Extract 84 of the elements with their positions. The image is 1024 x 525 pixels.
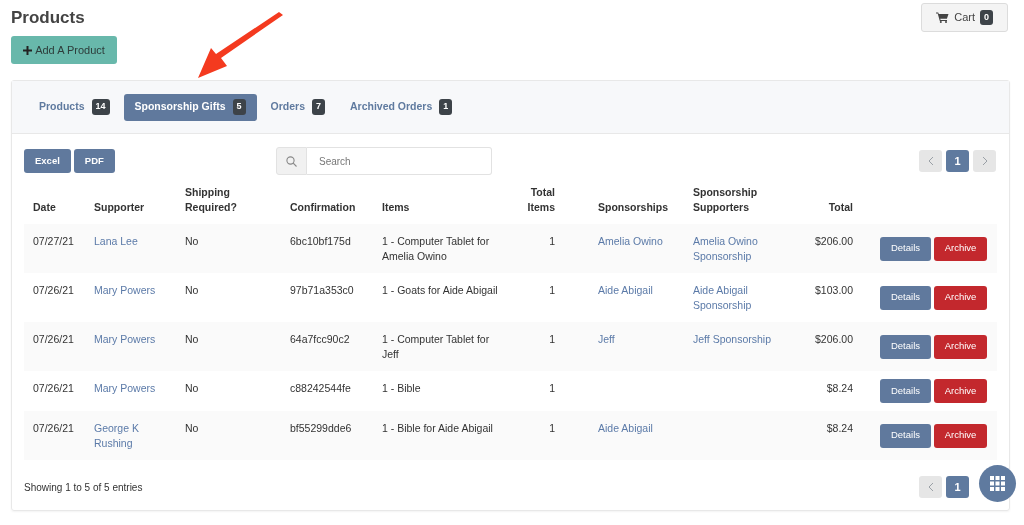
export-button[interactable]: PDF: [73, 149, 115, 173]
date-cell: 07/26/21: [33, 332, 74, 347]
column-header: Items: [382, 201, 410, 213]
chevron-left-icon: [927, 482, 934, 492]
column-header: Sponsorship Supporters: [693, 186, 758, 213]
archive-button[interactable]: Archive: [934, 236, 987, 261]
date-cell: 07/26/21: [33, 283, 74, 298]
total-items-cell: 1: [549, 332, 555, 347]
confirmation-cell: bf55299dde6: [290, 421, 352, 436]
date-cell: 07/27/21: [33, 234, 74, 249]
date-cell: 07/26/21: [33, 421, 74, 436]
items-cell-text: 1 - Computer Tablet for Amelia Owino: [382, 234, 491, 264]
column-header: Supporter: [94, 201, 145, 213]
sponsorship-link[interactable]: Aide Abigail: [598, 421, 653, 436]
tab[interactable]: Products 14: [28, 93, 121, 121]
supporter-link[interactable]: George K Rushing: [94, 421, 167, 451]
column-header: Confirmation: [290, 201, 356, 213]
confirmation-cell: 6bc10bf175d: [290, 234, 351, 249]
details-button[interactable]: Details: [880, 334, 931, 359]
supporter-link[interactable]: Mary Powers: [94, 332, 156, 347]
items-cell-text: 1 - Computer Tablet for Jeff: [382, 332, 491, 362]
shipping-cell: No: [185, 421, 199, 436]
total-cell: $8.24: [826, 421, 853, 436]
shipping-cell: No: [185, 332, 199, 347]
total-items-cell: 1: [549, 234, 555, 249]
confirmation-cell: c88242544fe: [290, 381, 351, 396]
archive-button[interactable]: Archive: [934, 285, 987, 310]
total-cell: $206.00: [815, 332, 853, 347]
search-icon: [286, 155, 297, 167]
column-header: Total: [828, 201, 853, 213]
shipping-cell: No: [185, 283, 199, 298]
supporter-link[interactable]: Lana Lee: [94, 234, 138, 249]
sponsorship-link[interactable]: Amelia Owino: [598, 234, 663, 249]
column-header: Date: [33, 201, 56, 213]
confirmation-cell: 64a7fcc90c2: [290, 332, 350, 347]
shipping-cell: No: [185, 381, 199, 396]
chevron-left-icon: [927, 156, 934, 166]
cart-button[interactable]: Cart 0: [921, 3, 1008, 32]
search-field[interactable]: Search: [307, 147, 492, 175]
total-items-cell: 1: [549, 421, 555, 436]
details-button[interactable]: Details: [880, 285, 931, 310]
column-header: Sponsorships: [598, 201, 668, 213]
page-title: Products: [11, 7, 85, 29]
apps-button[interactable]: [979, 465, 1016, 502]
sponsorship-link[interactable]: Aide Abigail: [598, 283, 653, 298]
archive-button[interactable]: Archive: [934, 423, 987, 448]
items-cell: 1 - Goats for Aide Abigail: [382, 283, 498, 298]
column-header: Shipping Required?: [185, 186, 237, 213]
shipping-cell: No: [185, 234, 199, 249]
plus-icon: [23, 45, 33, 55]
details-button[interactable]: Details: [880, 423, 931, 448]
column-header: Total Items: [527, 186, 555, 213]
entries-info: Showing 1 to 5 of 5 entries: [24, 480, 143, 495]
archive-button[interactable]: Archive: [934, 334, 987, 359]
supporter-link[interactable]: Mary Powers: [94, 283, 156, 298]
archive-button[interactable]: Archive: [934, 379, 987, 403]
page-button[interactable]: 1: [946, 150, 969, 172]
tab[interactable]: Orders 7: [259, 93, 336, 121]
sponsorship-supporters-link[interactable]: Aide Abigail Sponsorship: [693, 283, 781, 313]
sponsorship-link[interactable]: Jeff: [598, 332, 615, 347]
page-button[interactable]: 1: [946, 476, 969, 498]
chevron-right-icon: [981, 156, 988, 166]
details-button[interactable]: Details: [880, 379, 931, 403]
add-product-button[interactable]: Add A Product: [11, 36, 117, 64]
details-button[interactable]: Details: [880, 236, 931, 261]
items-cell: 1 - Bible: [382, 381, 421, 396]
cart-label: Cart: [954, 10, 975, 26]
total-cell: $8.24: [826, 381, 853, 396]
total-items-cell: 1: [549, 283, 555, 298]
cart-icon: [936, 12, 950, 23]
date-cell: 07/26/21: [33, 381, 74, 396]
sponsorship-supporters-link[interactable]: Jeff Sponsorship: [693, 332, 772, 347]
grid-icon: [990, 476, 1005, 491]
tab[interactable]: Sponsorship Gifts 5: [123, 93, 257, 121]
tab[interactable]: Archived Orders 1: [339, 93, 464, 121]
confirmation-cell: 97b71a353c0: [290, 283, 354, 298]
total-cell: $206.00: [815, 234, 853, 249]
total-cell: $103.00: [815, 283, 853, 298]
cart-count-badge: 0: [980, 9, 993, 26]
total-items-cell: 1: [549, 381, 555, 396]
items-cell: 1 - Bible for Aide Abigail: [382, 421, 493, 436]
export-button[interactable]: Excel: [24, 149, 71, 173]
sponsorship-supporters-link[interactable]: Amelia Owino Sponsorship: [693, 234, 781, 264]
supporter-link[interactable]: Mary Powers: [94, 381, 156, 396]
